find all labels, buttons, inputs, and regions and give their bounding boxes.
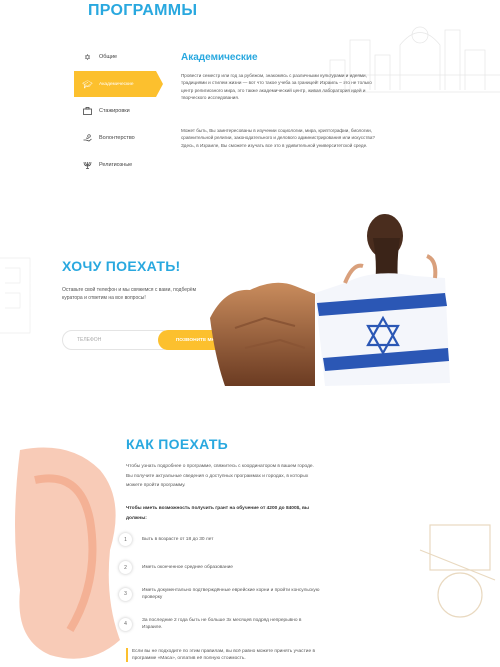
menu-item-religious[interactable]: Религиозные — [74, 152, 160, 178]
star-of-david-icon: ✡ — [84, 52, 91, 62]
menu-item-volunteering[interactable]: Волонтерство — [74, 125, 160, 151]
requirement-step: 4 За последние 2 года быть не больше 3х … — [119, 617, 329, 631]
step-number: 3 — [119, 587, 132, 601]
how-to-go-intro: Чтобы узнать подробнее о программе, свяж… — [126, 464, 314, 488]
step-number: 2 — [119, 561, 132, 574]
hero-photo — [210, 214, 450, 386]
program-description-2: Может быть, Вы заинтересованы в изучении… — [181, 128, 375, 148]
phone-input[interactable] — [62, 330, 172, 350]
step-text: Иметь документально подтверждённые еврей… — [142, 588, 320, 600]
menu-item-general[interactable]: ✡ Общие — [74, 44, 160, 70]
requirement-step: 2 Иметь оконченное среднее образование — [119, 561, 329, 574]
watercolor-decoration — [15, 447, 120, 659]
helping-hand-icon — [83, 134, 92, 143]
stamp-decoration — [419, 524, 496, 618]
step-text: Быть в возрасте от 18 до 30 лет — [142, 537, 214, 542]
menorah-icon — [83, 161, 92, 170]
grant-conditions: Чтобы иметь возможность получить грант н… — [126, 506, 309, 521]
menu-item-label: Волонтерство — [99, 135, 135, 141]
menu-item-academic[interactable]: 🎓︎ Академические — [74, 71, 163, 97]
building-sketch-illustration — [0, 257, 31, 334]
graduation-cap-icon: 🎓︎ — [82, 79, 93, 89]
requirement-step: 3 Иметь документально подтверждённые евр… — [119, 587, 329, 601]
how-to-go-title: КАК ПОЕХАТЬ — [126, 436, 229, 452]
program-description: Провести семестр или год за рубежом, зна… — [181, 73, 372, 101]
menu-item-label: Общие — [99, 54, 118, 60]
step-text: Иметь оконченное среднее образование — [142, 565, 233, 570]
want-to-go-text: Оставьте свой телефон и мы свяжемся с ва… — [62, 287, 197, 301]
step-number: 1 — [119, 533, 132, 546]
step-text: За последние 2 года быть не больше 3х ме… — [142, 618, 302, 630]
menu-item-label: Стажировки — [99, 108, 130, 114]
menu-item-label: Религиозные — [99, 162, 133, 168]
programs-title: ПРОГРАММЫ — [88, 2, 198, 19]
requirement-step: 1 Быть в возрасте от 18 до 30 лет — [119, 533, 329, 546]
briefcase-icon — [83, 107, 92, 116]
programs-menu: ✡ Общие 🎓︎ Академические Стажировки Воло… — [74, 44, 163, 179]
step-number: 4 — [119, 617, 132, 631]
program-heading: Академические — [181, 52, 258, 63]
menu-item-internships[interactable]: Стажировки — [74, 98, 160, 124]
menu-item-label: Академические — [99, 81, 134, 87]
full-cost-note: Если вы не подходите по этим правилам, в… — [126, 648, 326, 662]
want-to-go-title: ХОЧУ ПОЕХАТЬ! — [62, 258, 181, 274]
